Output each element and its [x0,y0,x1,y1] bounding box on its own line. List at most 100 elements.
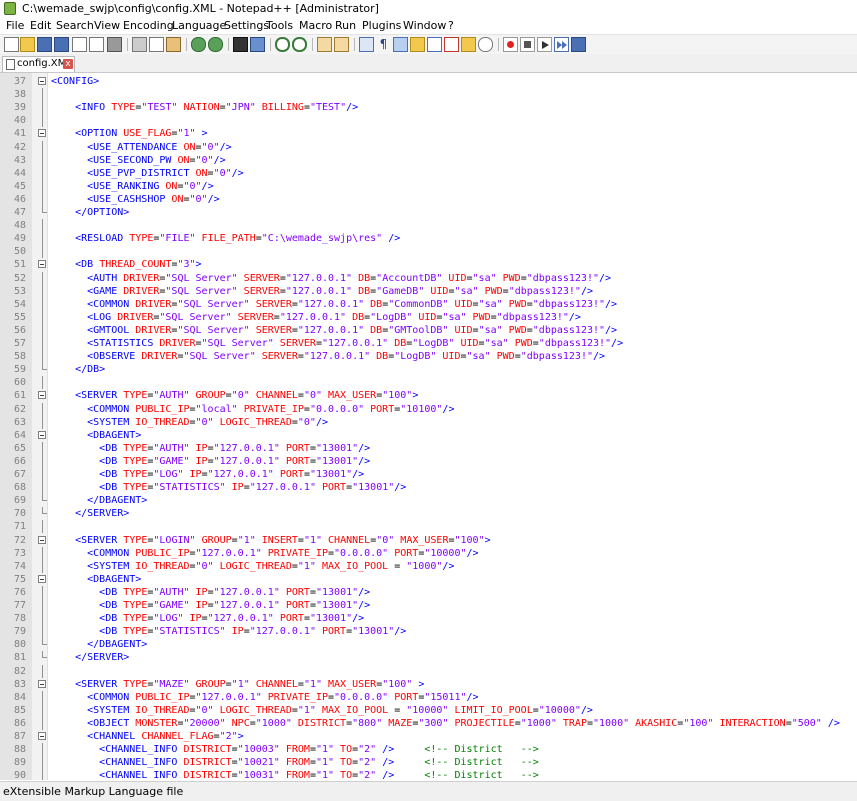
code-line[interactable]: 77 <DB TYPE="GAME" IP="127.0.0.1" PORT="… [0,599,857,612]
fold-collapse-icon[interactable] [38,391,46,400]
menu-macro[interactable]: Macro [299,19,332,32]
menu-edit[interactable]: Edit [30,19,51,32]
code-line[interactable]: 59 </DB> [0,363,857,376]
code-line[interactable]: 38 [0,88,857,102]
menu-help[interactable]: ? [448,19,454,32]
code-line[interactable]: 54 <COMMON DRIVER="SQL Server" SERVER="1… [0,297,857,311]
code-line[interactable]: 63 <SYSTEM IO_THREAD="0" LOGIC_THREAD="0… [0,415,857,429]
replace-icon[interactable] [250,37,265,52]
user-defined-language-icon[interactable] [410,37,425,52]
save-macro-icon[interactable] [571,37,586,52]
code-line[interactable]: 87 <CHANNEL CHANNEL_FLAG="2"> [0,730,857,743]
code-line[interactable]: 40 [0,114,857,128]
new-file-icon[interactable] [4,37,19,52]
code-line[interactable]: 82 [0,664,857,678]
find-icon[interactable] [233,37,248,52]
function-list-icon[interactable] [444,37,459,52]
code-line[interactable]: 57 <STATISTICS DRIVER="SQL Server" SERVE… [0,337,857,350]
sync-vertical-icon[interactable] [317,37,332,52]
code-line[interactable]: 64 <DBAGENT> [0,429,857,442]
menu-file[interactable]: File [6,19,24,32]
menu-language[interactable]: Language [172,19,226,32]
code-line[interactable]: 68 <DB TYPE="STATISTICS" IP="127.0.0.1" … [0,481,857,495]
code-line[interactable]: 86 <OBJECT MONSTER="20000" NPC="1000" DI… [0,716,857,730]
code-line[interactable]: 55 <LOG DRIVER="SQL Server" SERVER="127.… [0,310,857,324]
code-line[interactable]: 90 <CHANNEL_INFO DISTRICT="10031" FROM="… [0,769,857,780]
code-line[interactable]: 72 <SERVER TYPE="LOGIN" GROUP="1" INSERT… [0,534,857,547]
code-line[interactable]: 47 </OPTION> [0,206,857,219]
code-line[interactable]: 89 <CHANNEL_INFO DISTRICT="10021" FROM="… [0,756,857,770]
run-macro-multiple-icon[interactable] [554,37,569,52]
code-line[interactable]: 71 [0,520,857,534]
code-line[interactable]: 78 <DB TYPE="LOG" IP="127.0.0.1" PORT="1… [0,612,857,626]
close-icon[interactable] [72,37,87,52]
code-line[interactable]: 62 <COMMON PUBLIC_IP="local" PRIVATE_IP=… [0,402,857,416]
print-icon[interactable] [107,37,122,52]
folder-as-workspace-icon[interactable] [461,37,476,52]
indent-guide-icon[interactable] [393,37,408,52]
menu-settings[interactable]: Settings [224,19,269,32]
copy-icon[interactable] [149,37,164,52]
save-icon[interactable] [37,37,52,52]
code-line[interactable]: 69 </DBAGENT> [0,494,857,507]
code-line[interactable]: 76 <DB TYPE="AUTH" IP="127.0.0.1" PORT="… [0,585,857,599]
code-line[interactable]: 79 <DB TYPE="STATISTICS" IP="127.0.0.1" … [0,625,857,639]
code-line[interactable]: 39 <INFO TYPE="TEST" NATION="JPN" BILLIN… [0,101,857,115]
open-file-icon[interactable] [20,37,35,52]
fold-collapse-icon[interactable] [38,77,46,85]
menu-window[interactable]: Window [403,19,446,32]
code-line[interactable]: 84 <COMMON PUBLIC_IP="127.0.0.1" PRIVATE… [0,690,857,704]
zoom-in-icon[interactable] [275,37,290,52]
paste-icon[interactable] [166,37,181,52]
cut-icon[interactable] [132,37,147,52]
code-line[interactable]: 56 <GMTOOL DRIVER="SQL Server" SERVER="1… [0,323,857,337]
word-wrap-icon[interactable] [359,37,374,52]
code-line[interactable]: 83 <SERVER TYPE="MAZE" GROUP="1" CHANNEL… [0,678,857,691]
code-line[interactable]: 60 [0,376,857,390]
menu-tools[interactable]: Tools [266,19,293,32]
menu-run[interactable]: Run [335,19,356,32]
fold-collapse-icon[interactable] [38,260,46,269]
code-line[interactable]: 88 <CHANNEL_INFO DISTRICT="10003" FROM="… [0,743,857,757]
code-line[interactable]: 81 </SERVER> [0,651,857,664]
code-line[interactable]: 50 [0,245,857,259]
code-line[interactable]: 53 <GAME DRIVER="SQL Server" SERVER="127… [0,284,857,298]
fold-collapse-icon[interactable] [38,679,46,688]
tab-config-xml[interactable]: config.XML x [2,56,75,72]
code-line[interactable]: 75 <DBAGENT> [0,573,857,586]
undo-icon[interactable] [191,37,206,52]
menu-view[interactable]: View [94,19,120,32]
code-line[interactable]: 73 <COMMON PUBLIC_IP="127.0.0.1" PRIVATE… [0,546,857,560]
code-line[interactable]: 42 <USE_ATTENDANCE ON="0"/> [0,140,857,154]
fold-collapse-icon[interactable] [38,129,46,138]
code-line[interactable]: 58 <OBSERVE DRIVER="SQL Server" SERVER="… [0,350,857,364]
code-line[interactable]: 44 <USE_PVP_DISTRICT ON="0"/> [0,166,857,180]
record-macro-icon[interactable] [503,37,518,52]
stop-recording-icon[interactable] [520,37,535,52]
playback-macro-icon[interactable] [537,37,552,52]
tab-close-icon[interactable]: x [63,59,73,69]
document-map-icon[interactable] [427,37,442,52]
code-line[interactable]: 45 <USE_RANKING ON="0"/> [0,179,857,193]
menu-encoding[interactable]: Encoding [123,19,174,32]
code-line[interactable]: 48 [0,219,857,233]
code-line[interactable]: 70 </SERVER> [0,507,857,520]
code-line[interactable]: 85 <SYSTEM IO_THREAD="0" LOGIC_THREAD="1… [0,703,857,717]
code-line[interactable]: 65 <DB TYPE="AUTH" IP="127.0.0.1" PORT="… [0,441,857,455]
code-editor[interactable]: 37 <CONFIG> 38 39 <INFO TYPE="TEST" NATION=… [0,73,857,780]
menu-search[interactable]: Search [56,19,94,32]
monitoring-icon[interactable] [478,37,493,52]
code-line[interactable]: 61 <SERVER TYPE="AUTH" GROUP="0" CHANNEL… [0,389,857,402]
close-all-icon[interactable] [89,37,104,52]
fold-collapse-icon[interactable] [38,574,46,583]
code-line[interactable]: 67 <DB TYPE="LOG" IP="127.0.0.1" PORT="1… [0,468,857,481]
code-line[interactable]: 49 <RESLOAD TYPE="FILE" FILE_PATH="C:\we… [0,232,857,246]
code-line[interactable]: 52 <AUTH DRIVER="SQL Server" SERVER="127… [0,271,857,285]
redo-icon[interactable] [208,37,223,52]
save-all-icon[interactable] [54,37,69,52]
code-line[interactable]: 80 </DBAGENT> [0,638,857,651]
menu-plugins[interactable]: Plugins [362,19,401,32]
code-line[interactable]: 41 <OPTION USE_FLAG="1" > [0,127,857,140]
code-line[interactable]: 74 <SYSTEM IO_THREAD="0" LOGIC_THREAD="1… [0,559,857,573]
fold-collapse-icon[interactable] [38,535,46,544]
